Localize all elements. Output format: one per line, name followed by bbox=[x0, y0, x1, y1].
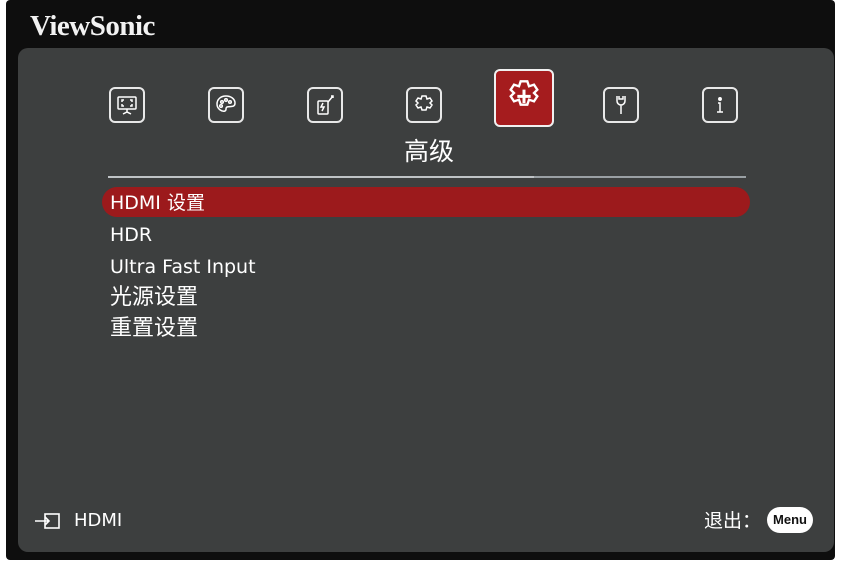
menu-item-light-source-settings[interactable]: 光源设置 bbox=[110, 284, 198, 312]
tab-settings[interactable] bbox=[406, 87, 442, 123]
advanced-gear-icon bbox=[509, 80, 539, 106]
menu-item-ultra-fast-input[interactable]: Ultra Fast Input bbox=[110, 253, 256, 281]
tab-advanced[interactable] bbox=[494, 69, 554, 127]
tab-power[interactable] bbox=[307, 87, 343, 123]
menu-item-reset-settings[interactable]: 重置设置 bbox=[110, 315, 198, 343]
display-icon bbox=[117, 96, 137, 115]
info-icon bbox=[717, 97, 723, 113]
tab-display[interactable] bbox=[109, 87, 145, 123]
tab-info[interactable] bbox=[702, 87, 738, 123]
tab-picture[interactable] bbox=[208, 87, 244, 123]
gear-icon bbox=[415, 95, 433, 111]
active-tab-title: 高级 bbox=[403, 137, 454, 166]
input-source-icon bbox=[35, 512, 60, 529]
brand-logo: ViewSonic bbox=[30, 10, 155, 42]
power-icon bbox=[317, 95, 334, 115]
menu-button[interactable]: Menu bbox=[767, 506, 813, 533]
divider bbox=[108, 176, 746, 178]
wrench-icon bbox=[616, 96, 626, 114]
palette-icon bbox=[216, 95, 236, 112]
input-source-indicator: HDMI bbox=[34, 510, 122, 531]
exit-label: 退出： bbox=[704, 510, 762, 532]
input-source-label: HDMI bbox=[74, 510, 123, 531]
menu-item-hdr[interactable]: HDR bbox=[110, 221, 152, 249]
exit-hint: 退出： Menu bbox=[704, 506, 813, 533]
tab-system[interactable] bbox=[603, 87, 639, 123]
menu-item-hdmi-settings[interactable]: HDMI 设置 bbox=[110, 189, 205, 217]
